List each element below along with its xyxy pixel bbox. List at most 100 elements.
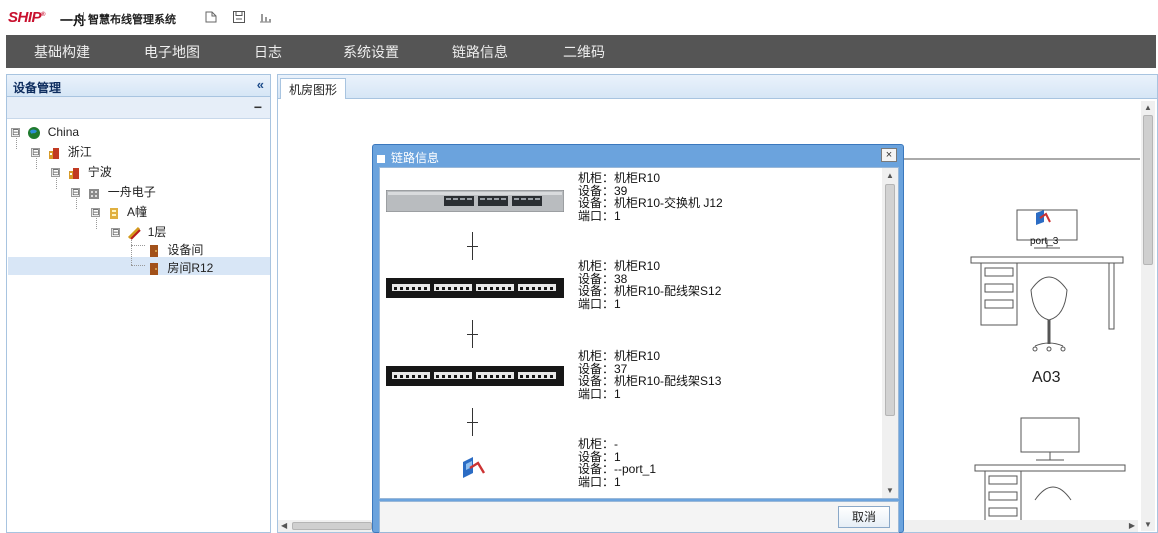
logo-divider (83, 12, 84, 24)
tree-node-china[interactable]: ⊟ China (11, 123, 79, 141)
company-icon (89, 188, 100, 199)
tab-room-drawing[interactable]: 机房图形 (280, 78, 347, 99)
scroll-down-icon[interactable]: ▼ (886, 486, 894, 495)
device-field: 设备：--port_1 (578, 462, 657, 476)
room-icon (150, 244, 158, 257)
patch-panel-icon[interactable] (386, 278, 564, 298)
menu-qr-code[interactable]: 二维码 (563, 42, 605, 62)
selection-highlight (8, 257, 270, 275)
menu-log[interactable]: 日志 (254, 42, 282, 62)
main-menu: 基础构建 电子地图 日志 系统设置 链路信息 二维码 (6, 35, 1156, 68)
dialog-title: 链路信息 (377, 149, 439, 166)
port-field: 端口：1 (578, 474, 621, 489)
collapse-toggle[interactable]: ⊟ (51, 168, 60, 178)
tree-node-building-a[interactable]: ⊟ A幢 (91, 203, 147, 221)
cancel-button[interactable]: 取消 (838, 506, 890, 528)
app-root: { "app": { "logo": "SHIP", "logo_mark": … (0, 0, 1158, 533)
chair (1030, 276, 1068, 352)
save-icon[interactable] (232, 10, 246, 24)
link-connector-tick (467, 422, 478, 423)
menu-electronic-map[interactable]: 电子地图 (144, 42, 200, 62)
app-title: 智慧布线管理系统 (88, 14, 176, 26)
export-icon[interactable] (204, 10, 218, 24)
collapse-toggle[interactable]: ⊟ (91, 208, 100, 218)
room-icon (150, 262, 158, 275)
collapse-panel-button[interactable]: « (257, 77, 264, 92)
link-entry: 机柜：- 设备：1 设备：--port_1 端口：1 (578, 438, 656, 488)
scroll-right-icon[interactable]: ▶ (1129, 521, 1135, 530)
tree-node-label: China (47, 125, 80, 139)
scroll-thumb[interactable] (1143, 115, 1153, 265)
panel-subbar: − (7, 97, 270, 119)
panel-header: 设备管理 « (7, 75, 270, 97)
floor-icon (128, 226, 142, 240)
switch-device-icon[interactable] (386, 190, 564, 212)
tree-node-company[interactable]: ⊟ 一舟电子 (71, 183, 156, 201)
tree-node-label: 1层 (147, 225, 167, 239)
link-info-dialog: 链路信息 × 机柜：机柜R10 设备：39 设备：机柜R10-交换机 J12 端… (372, 144, 904, 533)
port-field: 端口：1 (578, 208, 621, 223)
cabinet-field: 机柜：机柜R10 (578, 349, 661, 363)
tree-node-ningbo[interactable]: ⊟ 宁波 (51, 163, 112, 181)
tree-guide (131, 245, 145, 246)
seat-label: A03 (1032, 369, 1061, 386)
device-field: 设备：机柜R10-配线架S13 (578, 374, 722, 388)
tree-node-floor-1[interactable]: ⊟ 1层 (111, 223, 166, 241)
globe-icon (28, 126, 41, 139)
dialog-footer: 取消 (379, 501, 899, 533)
scroll-down-icon[interactable]: ▼ (1144, 520, 1152, 529)
logo: SHIP® (8, 9, 45, 26)
port-field: 端口：1 (578, 386, 621, 401)
scroll-up-icon[interactable]: ▲ (1144, 103, 1152, 112)
menu-basic-construction[interactable]: 基础构建 (34, 42, 90, 62)
tab-strip: 机房图形 (278, 75, 1157, 99)
tree-node-room-r12[interactable]: 房间R12 (147, 259, 213, 277)
tree-node-zhejiang[interactable]: ⊟ 浙江 (31, 143, 92, 161)
tree-node-label: 浙江 (67, 145, 92, 159)
port-label: port_3 (1030, 236, 1059, 247)
collapse-toggle[interactable]: ⊟ (71, 188, 80, 198)
collapse-toggle[interactable]: ⊟ (111, 228, 120, 238)
device-field: 设备：机柜R10-配线架S12 (578, 284, 722, 298)
window-icon (377, 154, 385, 163)
cabinet-field: 机柜：机柜R10 (578, 171, 661, 185)
tree-node-label: 一舟电子 (107, 185, 156, 199)
scroll-thumb[interactable] (885, 184, 895, 416)
scroll-thumb[interactable] (292, 522, 372, 530)
patch-panel-icon[interactable] (386, 366, 564, 386)
building-icon (69, 167, 80, 179)
cabinet-field: 机柜：机柜R10 (578, 259, 661, 273)
cabinet-field: 机柜：- (578, 437, 618, 451)
link-connector-tick (467, 334, 478, 335)
tree-node-equipment-room[interactable]: 设备间 (147, 241, 203, 259)
device-management-panel: 设备管理 « − ⊟ China ⊟ 浙江 ⊟ 宁波 ⊟ 一舟电子 ⊟ A幢 ⊟… (6, 74, 271, 533)
monitor-icon (1020, 417, 1080, 461)
tree-node-label: 宁波 (87, 165, 112, 179)
tree-guide (131, 265, 145, 266)
menu-link-info[interactable]: 链路信息 (452, 42, 508, 62)
minimize-button[interactable]: − (254, 99, 262, 115)
link-connector-tick (467, 246, 478, 247)
link-entry: 机柜：机柜R10 设备：39 设备：机柜R10-交换机 J12 端口：1 (578, 172, 723, 222)
collapse-toggle[interactable]: ⊟ (31, 148, 40, 158)
panel-title: 设备管理 (13, 81, 62, 95)
collapse-toggle[interactable]: ⊟ (11, 128, 20, 138)
tree-node-label: A幢 (127, 205, 148, 219)
tower-icon (110, 207, 119, 219)
chart-icon[interactable] (258, 10, 272, 24)
tree-node-label: 房间R12 (167, 261, 214, 275)
dialog-vertical-scrollbar[interactable]: ▲ ▼ (882, 168, 898, 498)
link-entry: 机柜：机柜R10 设备：38 设备：机柜R10-配线架S12 端口：1 (578, 260, 721, 310)
scroll-left-icon[interactable]: ◀ (281, 521, 287, 530)
menu-system-settings[interactable]: 系统设置 (343, 42, 399, 62)
wall-port-icon[interactable] (460, 454, 486, 480)
close-button[interactable]: × (881, 148, 897, 162)
vertical-scrollbar[interactable]: ▲ ▼ (1141, 101, 1155, 531)
desk (974, 464, 1126, 520)
dialog-title-text: 链路信息 (391, 151, 440, 165)
scroll-up-icon[interactable]: ▲ (886, 171, 894, 180)
port-field: 端口：1 (578, 296, 621, 311)
link-entry: 机柜：机柜R10 设备：37 设备：机柜R10-配线架S13 端口：1 (578, 350, 721, 400)
building-icon (49, 147, 60, 159)
device-field: 设备：机柜R10-交换机 J12 (578, 196, 723, 210)
